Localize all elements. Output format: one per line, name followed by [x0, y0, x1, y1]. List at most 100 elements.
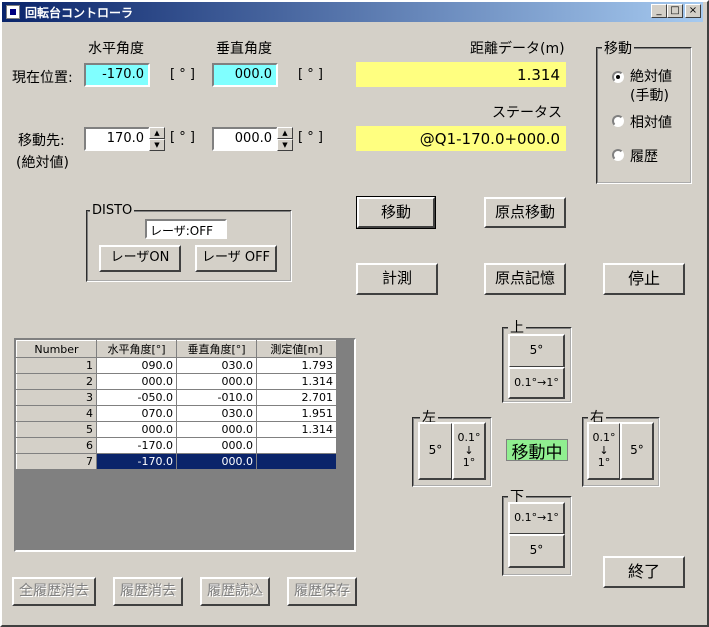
move-mode-title: 移動: [602, 38, 634, 58]
table-header-row: Number 水平角度[°] 垂直角度[°] 測定値[m]: [16, 340, 337, 358]
cell-measurement[interactable]: 1.793: [256, 357, 337, 374]
row-number: 7: [16, 453, 97, 470]
maximize-icon: □: [670, 5, 680, 16]
minimize-icon: _: [656, 5, 662, 16]
horizontal-angle-label: 水平角度: [88, 41, 144, 57]
left-fine-button[interactable]: 0.1° ↓ 1°: [452, 422, 486, 480]
current-vertical-field: 000.0: [212, 63, 278, 87]
cell-measurement[interactable]: [256, 453, 337, 470]
up-5deg-button[interactable]: 5°: [508, 334, 565, 368]
fine-label-bottom: 1°: [462, 456, 476, 470]
cell-horizontal[interactable]: -170.0: [96, 437, 177, 454]
column-header[interactable]: Number: [16, 340, 97, 358]
vertical-angle-label: 垂直角度: [216, 41, 272, 57]
clear-all-history-button[interactable]: 全履歴消去: [12, 577, 96, 606]
cell-vertical[interactable]: 000.0: [176, 453, 257, 470]
cell-measurement[interactable]: 1.314: [256, 421, 337, 438]
column-header[interactable]: 測定値[m]: [256, 340, 337, 358]
row-number: 5: [16, 421, 97, 438]
cell-horizontal[interactable]: 070.0: [96, 405, 177, 422]
table-row[interactable]: 2 000.0 000.0 1.314: [16, 373, 337, 390]
history-table[interactable]: Number 水平角度[°] 垂直角度[°] 測定値[m] 1 090.0 03…: [14, 338, 356, 552]
radio-unselected-icon: [612, 149, 624, 161]
target-vertical-spinner[interactable]: ▲ ▼: [277, 127, 293, 151]
table-row[interactable]: 4 070.0 030.0 1.951: [16, 405, 337, 422]
down-fine-button[interactable]: 0.1°→1°: [508, 502, 565, 535]
down-5deg-button[interactable]: 5°: [508, 534, 565, 568]
cell-horizontal[interactable]: 000.0: [96, 421, 177, 438]
disto-title: DISTO: [90, 203, 135, 218]
close-icon: ×: [688, 5, 698, 16]
laser-on-button[interactable]: レーザON: [99, 245, 181, 272]
cell-vertical[interactable]: 030.0: [176, 405, 257, 422]
title-bar[interactable]: 回転台コントローラ: [2, 2, 703, 22]
current-position-label: 現在位置:: [12, 70, 73, 86]
target-vertical-unit: [ ° ]: [298, 130, 323, 145]
column-header[interactable]: 垂直角度[°]: [176, 340, 257, 358]
cell-vertical[interactable]: 000.0: [176, 437, 257, 454]
target-vertical-input[interactable]: 000.0: [212, 127, 278, 151]
close-button[interactable]: ×: [685, 4, 701, 18]
cell-horizontal[interactable]: 000.0: [96, 373, 177, 390]
status-field: @Q1-170.0+000.0: [356, 126, 566, 151]
move-to-label: 移動先:: [18, 133, 65, 149]
radio-history-label: 履歴: [630, 149, 658, 165]
table-row[interactable]: 3 -050.0 -010.0 2.701: [16, 389, 337, 406]
cell-horizontal[interactable]: -050.0: [96, 389, 177, 406]
origin-move-button[interactable]: 原点移動: [484, 197, 566, 228]
up-fine-button[interactable]: 0.1°→1°: [508, 367, 565, 399]
spin-up-icon[interactable]: ▲: [277, 127, 293, 139]
target-horizontal-spinner[interactable]: ▲ ▼: [149, 127, 165, 151]
clear-history-button[interactable]: 履歴消去: [113, 577, 183, 606]
right-fine-button[interactable]: 0.1° ↓ 1°: [587, 422, 621, 480]
row-number: 3: [16, 389, 97, 406]
cell-measurement[interactable]: 2.701: [256, 389, 337, 406]
stop-button[interactable]: 停止: [603, 263, 685, 295]
table-row[interactable]: 6 -170.0 000.0: [16, 437, 337, 454]
left-5deg-button[interactable]: 5°: [418, 422, 453, 480]
right-5deg-button[interactable]: 5°: [620, 422, 654, 480]
spin-up-icon[interactable]: ▲: [149, 127, 165, 139]
current-horizontal-field: -170.0: [84, 63, 150, 87]
row-number: 4: [16, 405, 97, 422]
app-icon: [6, 5, 20, 19]
radio-history[interactable]: 履歴: [612, 146, 658, 166]
cell-horizontal[interactable]: 090.0: [96, 357, 177, 374]
radio-relative[interactable]: 相対値: [612, 112, 672, 132]
current-horizontal-unit: [ ° ]: [170, 67, 195, 82]
minimize-button[interactable]: _: [651, 4, 667, 18]
cell-vertical[interactable]: 000.0: [176, 421, 257, 438]
row-number: 2: [16, 373, 97, 390]
column-header[interactable]: 水平角度[°]: [96, 340, 177, 358]
move-button[interactable]: 移動: [356, 196, 436, 229]
cell-measurement[interactable]: 1.314: [256, 373, 337, 390]
spin-down-icon[interactable]: ▼: [277, 139, 293, 151]
fine-label-top: 0.1°: [457, 431, 481, 445]
load-history-button[interactable]: 履歴読込: [200, 577, 270, 606]
cell-measurement[interactable]: [256, 437, 337, 454]
measure-button[interactable]: 計測: [356, 263, 438, 295]
table-row[interactable]: 1 090.0 030.0 1.793: [16, 357, 337, 374]
cell-vertical[interactable]: 030.0: [176, 357, 257, 374]
moving-indicator: 移動中: [506, 439, 568, 463]
radio-unselected-icon: [612, 115, 624, 127]
row-number: 6: [16, 437, 97, 454]
target-horizontal-input[interactable]: 170.0: [84, 127, 150, 151]
row-number: 1: [16, 357, 97, 374]
cell-vertical[interactable]: -010.0: [176, 389, 257, 406]
cell-horizontal[interactable]: -170.0: [96, 453, 177, 470]
radio-absolute[interactable]: 絶対値 (手動): [612, 68, 672, 106]
status-label: ステータス: [492, 105, 562, 121]
exit-button[interactable]: 終了: [603, 556, 685, 588]
laser-status-field: レーザ:OFF: [145, 219, 227, 239]
table-row[interactable]: 5 000.0 000.0 1.314: [16, 421, 337, 438]
cell-measurement[interactable]: 1.951: [256, 405, 337, 422]
save-history-button[interactable]: 履歴保存: [287, 577, 357, 606]
table-row-selected[interactable]: 7 -170.0 000.0: [16, 453, 337, 470]
window-title: 回転台コントローラ: [25, 5, 134, 20]
cell-vertical[interactable]: 000.0: [176, 373, 257, 390]
laser-off-button[interactable]: レーザ OFF: [195, 245, 277, 272]
maximize-button[interactable]: □: [667, 4, 683, 18]
spin-down-icon[interactable]: ▼: [149, 139, 165, 151]
origin-store-button[interactable]: 原点記憶: [484, 263, 566, 295]
